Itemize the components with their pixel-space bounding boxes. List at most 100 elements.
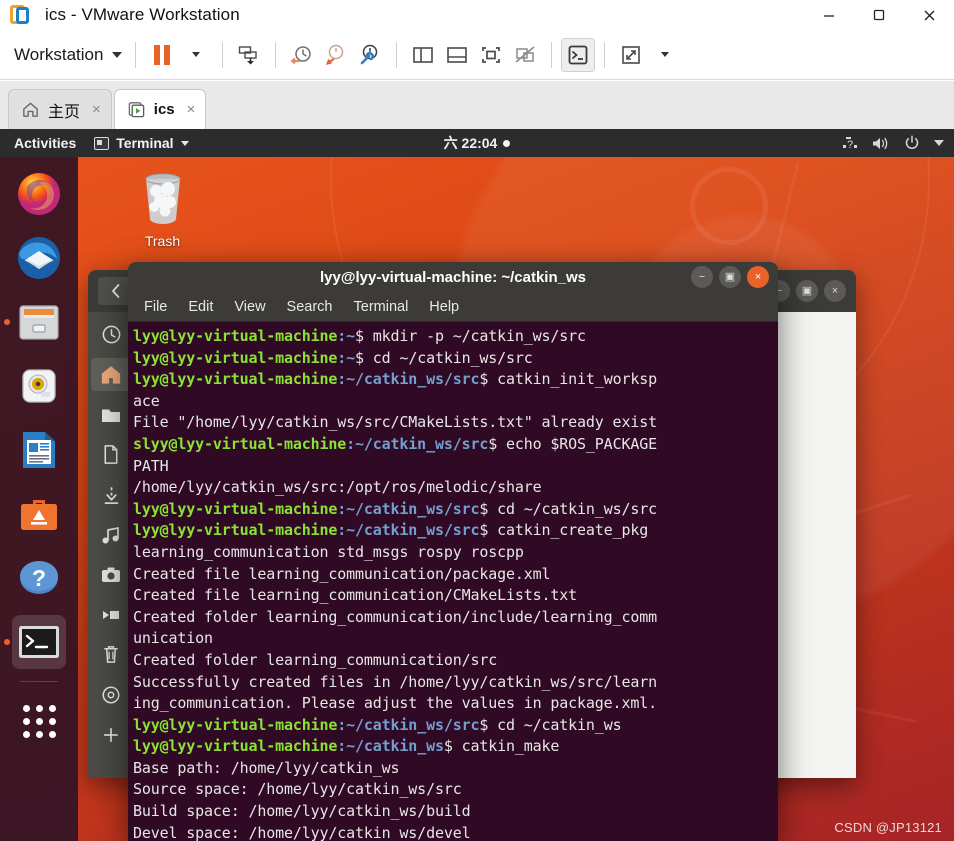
fullscreen-icon	[482, 46, 501, 63]
terminal-line-text: PATH	[133, 456, 169, 475]
menu-view[interactable]: View	[234, 299, 265, 315]
power-icon[interactable]	[903, 135, 921, 151]
watermark-text: CSDN @JP13121	[834, 820, 942, 835]
help-icon: ?	[20, 561, 58, 594]
chevron-down-icon	[180, 140, 189, 146]
terminal-title-label: lyy@lyy-virtual-machine: ~/catkin_ws	[320, 268, 586, 286]
restore-button[interactable]	[854, 0, 904, 30]
vm-guest-screen[interactable]: Trash − ▣ × lyy@lyy-virtual-machine: ~/c…	[0, 129, 954, 841]
toolbar-divider	[551, 41, 553, 68]
sidebar-item-desktop[interactable]	[91, 438, 131, 471]
dock-item-terminal[interactable]	[4, 615, 66, 669]
tab-ics-close-icon[interactable]: ×	[187, 101, 196, 118]
dock-item-libreoffice-writer[interactable]	[12, 423, 66, 477]
terminal-line: unication	[133, 628, 778, 650]
keyboard-layout-icon[interactable]: ?	[841, 135, 859, 151]
terminal-title-bar: lyy@lyy-virtual-machine: ~/catkin_ws − ▣…	[128, 262, 778, 292]
toolbar-divider	[604, 41, 606, 68]
snapshot-manager-button[interactable]	[353, 38, 387, 72]
terminal-line: learning_communication std_msgs rospy ro…	[133, 542, 778, 564]
terminal-line-text: Successfully created files in /home/lyy/…	[133, 672, 657, 691]
show-thumbnails-button[interactable]	[440, 38, 474, 72]
sidebar-item-music[interactable]	[91, 518, 131, 551]
dock-item-ubuntu-software[interactable]	[12, 487, 66, 541]
terminal-prompt-path: :~/catkin_ws	[337, 737, 444, 756]
dock-item-firefox[interactable]	[12, 167, 66, 221]
download-icon	[104, 486, 118, 504]
tab-ics[interactable]: ics ×	[113, 89, 207, 129]
system-menu-caret-icon[interactable]	[934, 140, 944, 146]
terminal-prompt-path: :~/catkin_ws/src	[337, 715, 480, 734]
nautilus-maximize-button[interactable]: ▣	[796, 280, 818, 302]
tab-home-close-icon[interactable]: ×	[92, 101, 101, 118]
unity-mode-button[interactable]	[508, 38, 542, 72]
pause-vm-button[interactable]	[145, 38, 179, 72]
terminal-menu-bar: File Edit View Search Terminal Help	[128, 292, 778, 322]
panel-clock-label: 六 22:04	[443, 135, 498, 151]
terminal-output[interactable]: lyy@lyy-virtual-machine:~$ mkdir -p ~/ca…	[128, 322, 778, 841]
workstation-menu-button[interactable]: Workstation	[10, 45, 126, 65]
menu-terminal[interactable]: Terminal	[354, 299, 409, 315]
sidebar-item-videos[interactable]	[91, 598, 131, 631]
terminal-prompt-user: lyy@lyy-virtual-machine	[133, 370, 338, 389]
menu-help[interactable]: Help	[429, 299, 459, 315]
revert-snapshot-button[interactable]	[285, 38, 319, 72]
terminal-prompt-user: lyy@lyy-virtual-machine	[133, 737, 338, 756]
disc-icon	[102, 686, 120, 703]
dock-item-files[interactable]	[4, 295, 66, 349]
chevron-left-icon	[112, 284, 120, 298]
workstation-menu-label: Workstation	[14, 44, 104, 64]
app-menu-button[interactable]: Terminal	[94, 135, 189, 151]
activities-button[interactable]: Activities	[14, 135, 76, 151]
minimize-button[interactable]	[804, 0, 854, 30]
terminal-line-text: ing_communication. Please adjust the val…	[133, 694, 657, 713]
sidebar-item-trash[interactable]	[91, 638, 131, 671]
terminal-line: ing_communication. Please adjust the val…	[133, 693, 778, 715]
terminal-line: lyy@lyy-virtual-machine:~/catkin_ws/src$…	[133, 520, 778, 542]
manage-snapshot-button[interactable]	[232, 38, 266, 72]
terminal-maximize-button[interactable]: ▣	[719, 266, 741, 288]
vm-running-icon	[128, 102, 145, 118]
sidebar-item-documents[interactable]	[91, 398, 131, 431]
snapshot-manager-icon	[361, 44, 378, 64]
close-button[interactable]	[904, 0, 954, 30]
console-view-button[interactable]	[561, 37, 596, 72]
toolbar-divider	[222, 41, 224, 68]
sidebar-item-recent[interactable]	[91, 318, 131, 351]
terminal-window[interactable]: lyy@lyy-virtual-machine: ~/catkin_ws − ▣…	[128, 262, 778, 841]
fullscreen-button[interactable]	[474, 38, 508, 72]
dock-item-thunderbird[interactable]	[12, 231, 66, 285]
terminal-prompt-path: :~	[337, 348, 356, 367]
show-library-button[interactable]	[406, 38, 440, 72]
app-grid-icon	[22, 704, 56, 738]
terminal-icon	[19, 626, 59, 658]
terminal-prompt-user: slyy@lyy-virtual-machine	[133, 434, 347, 453]
desktop-icon-trash[interactable]: Trash	[125, 169, 200, 249]
vmware-logo-icon	[9, 3, 33, 27]
menu-file[interactable]: File	[144, 299, 167, 315]
dock-item-help[interactable]: ?	[12, 551, 66, 605]
sidebar-item-downloads[interactable]	[91, 478, 131, 511]
sidebar-item-pictures[interactable]	[91, 558, 131, 591]
menu-edit[interactable]: Edit	[188, 299, 213, 315]
stretch-guest-button[interactable]	[614, 38, 648, 72]
menu-search[interactable]: Search	[287, 299, 333, 315]
snapshot-back-button[interactable]	[319, 38, 353, 72]
panel-clock[interactable]: 六 22:04	[377, 133, 577, 153]
dock-item-show-applications[interactable]	[12, 694, 66, 748]
volume-icon[interactable]	[872, 135, 890, 151]
tab-home[interactable]: 主页 ×	[8, 89, 112, 129]
sidebar-item-home[interactable]	[91, 358, 131, 391]
sidebar-item-disc[interactable]	[91, 678, 131, 711]
sidebar-item-other-locations[interactable]	[91, 718, 131, 751]
terminal-close-button[interactable]: ×	[747, 266, 769, 288]
terminal-minimize-button[interactable]: −	[691, 266, 713, 288]
terminal-line-text: Created folder learning_communication/sr…	[133, 650, 498, 669]
home-icon	[101, 365, 121, 384]
nautilus-close-button[interactable]: ×	[824, 280, 846, 302]
stretch-dropdown-button[interactable]	[648, 38, 682, 72]
desktop-icon-trash-label: Trash	[144, 233, 181, 249]
terminal-line-text: Base path: /home/lyy/catkin_ws	[133, 758, 400, 777]
pause-dropdown-button[interactable]	[179, 38, 213, 72]
dock-item-rhythmbox[interactable]	[12, 359, 66, 413]
